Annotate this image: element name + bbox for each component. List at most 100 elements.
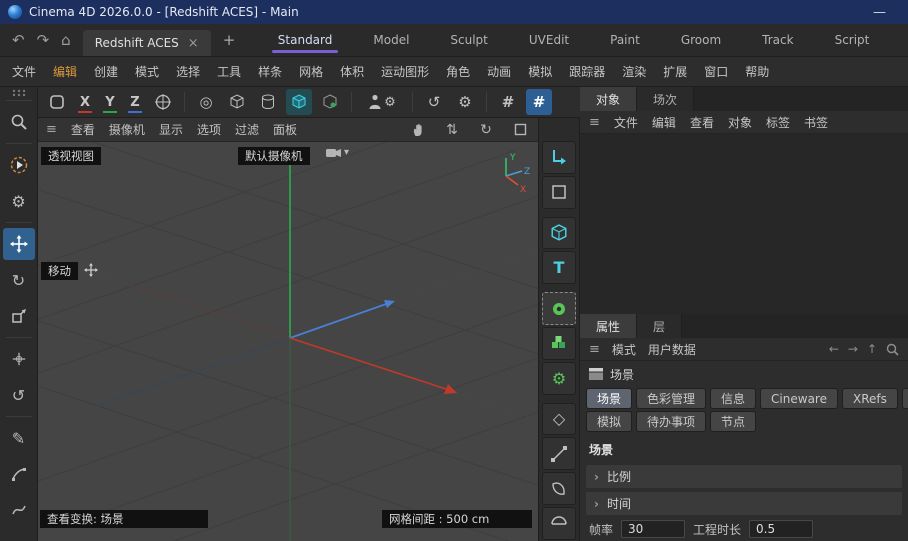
menu-edit[interactable]: 编辑 [53,63,77,80]
attr-tab-todo[interactable]: 待办事项 [636,411,706,432]
menu-tools[interactable]: 工具 [217,63,241,80]
axis-gizmo[interactable]: Y Z X [492,148,534,198]
menu-file[interactable]: 文件 [12,63,36,80]
coordinates-window-icon[interactable] [44,89,70,115]
attr-tab-xrefs[interactable]: XRefs [842,388,898,409]
object-mode-icon[interactable] [542,327,576,360]
live-selection-icon[interactable] [3,106,35,138]
lock-z-axis-button[interactable]: Z [125,90,145,114]
camera-name-label[interactable]: 默认摄像机 [238,147,310,165]
tab-objects[interactable]: 对象 [580,87,637,111]
viewport-canvas[interactable]: 透视视图 默认摄像机 ▾ 移动 Y Z X 查看变换: 场景 网格间距 : 50… [38,142,538,541]
attr-tab-scene[interactable]: 场景 [586,388,632,409]
om-menu-file[interactable]: 文件 [614,114,638,131]
move-tool-icon[interactable] [3,228,35,260]
fps-input[interactable]: 30 [621,520,685,538]
pen-tool-icon[interactable]: ✎ [3,422,35,454]
menu-character[interactable]: 角色 [446,63,470,80]
point-mode-icon[interactable]: ◇ [542,403,576,436]
attribute-hamburger-icon[interactable]: ≡ [589,342,600,357]
menu-simulate[interactable]: 模拟 [528,63,552,80]
layout-tab-redshift-aces[interactable]: Redshift ACES × [83,30,211,56]
nav-back-icon[interactable]: ← [829,342,839,356]
group-time[interactable]: › 时间 [586,492,902,515]
palette-grip[interactable] [12,89,26,97]
axis-move-icon[interactable] [3,343,35,375]
om-menu-edit[interactable]: 编辑 [652,114,676,131]
dolly-icon[interactable]: ⇅ [442,122,462,138]
attr-menu-mode[interactable]: 模式 [612,341,636,358]
tab-attributes[interactable]: 属性 [580,314,637,338]
viewport-hamburger-icon[interactable]: ≡ [46,122,57,137]
attr-tab-cineware[interactable]: Cineware [760,388,838,409]
scale-tool-icon[interactable] [3,300,35,332]
group-scale[interactable]: › 比例 [586,465,902,488]
new-layout-tab-button[interactable]: + [223,31,236,49]
vp-menu-panel[interactable]: 面板 [273,121,297,138]
uv-mode-icon[interactable] [542,507,576,540]
menu-help[interactable]: 帮助 [745,63,769,80]
close-icon[interactable]: × [188,36,199,51]
vp-menu-options[interactable]: 选项 [197,121,221,138]
redo-icon[interactable]: ↷ [37,31,50,49]
tool-settings-gear-icon[interactable]: ⚙ [3,185,35,217]
tweak-selection-icon[interactable] [3,149,35,181]
menu-create[interactable]: 创建 [94,63,118,80]
workplane-icon[interactable] [542,176,576,209]
orbit-icon[interactable]: ↻ [476,122,496,138]
setup-gear-icon[interactable]: ⚙ [542,362,576,395]
attr-tab-nodes[interactable]: 节点 [710,411,756,432]
project-duration-input[interactable]: 0.5 [749,520,813,538]
workspace-tab-uvedit[interactable]: UVEdit [521,24,577,56]
menu-tracker[interactable]: 跟踪器 [569,63,605,80]
axis-rotate-icon[interactable]: ↺ [3,379,35,411]
om-menu-tags[interactable]: 标签 [766,114,790,131]
menu-volume[interactable]: 体积 [340,63,364,80]
render-view-icon[interactable]: ◎ [193,89,219,115]
texture-mode-icon[interactable]: T [542,251,576,284]
workflow-gear-icon[interactable]: ⚙ [452,89,478,115]
attr-tab-animation[interactable]: 动画 [902,388,908,409]
lock-y-axis-button[interactable]: Y [100,90,120,114]
menu-mode[interactable]: 模式 [135,63,159,80]
view-type-label[interactable]: 透视视图 [41,147,101,165]
nav-forward-icon[interactable]: → [848,342,858,356]
menu-mesh[interactable]: 网格 [299,63,323,80]
character-tools-icon[interactable]: ⚙ [360,89,404,115]
home-icon[interactable]: ⌂ [61,31,71,49]
menu-select[interactable]: 选择 [176,63,200,80]
menu-mograph[interactable]: 运动图形 [381,63,429,80]
vp-menu-display[interactable]: 显示 [159,121,183,138]
workspace-tab-standard[interactable]: Standard [270,24,341,56]
vp-menu-filter[interactable]: 过滤 [235,121,259,138]
spline-tool-icon[interactable] [3,494,35,526]
model-mode-icon[interactable] [542,217,576,250]
reset-psr-icon[interactable]: ↺ [421,89,447,115]
minimize-button[interactable]: — [859,5,900,20]
polygon-mode-icon[interactable] [542,472,576,505]
attr-tab-color-management[interactable]: 色彩管理 [636,388,706,409]
tab-layers[interactable]: 层 [637,314,682,338]
vp-menu-view[interactable]: 查看 [71,121,95,138]
render-settings-icon[interactable] [255,89,281,115]
maximize-view-icon[interactable] [510,123,530,136]
quantize-grid-icon[interactable]: # [526,89,552,115]
coordinate-system-icon[interactable] [150,89,176,115]
render-queue-icon[interactable] [317,89,343,115]
workspace-tab-groom[interactable]: Groom [673,24,729,56]
menu-window[interactable]: 窗口 [704,63,728,80]
menu-extensions[interactable]: 扩展 [663,63,687,80]
pan-hand-icon[interactable] [408,123,428,137]
snap-grid-icon[interactable]: # [495,89,521,115]
axis-mode-icon[interactable] [542,292,576,325]
menu-render[interactable]: 渲染 [622,63,646,80]
attr-menu-userdata[interactable]: 用户数据 [648,341,696,358]
render-region-icon[interactable] [224,89,250,115]
om-menu-objects[interactable]: 对象 [728,114,752,131]
camera-dropdown-button[interactable]: ▾ [326,147,349,158]
workspace-tab-track[interactable]: Track [754,24,801,56]
vp-menu-cameras[interactable]: 摄像机 [109,121,145,138]
om-menu-view[interactable]: 查看 [690,114,714,131]
undo-icon[interactable]: ↶ [12,31,25,49]
lock-x-axis-button[interactable]: X [75,90,95,114]
